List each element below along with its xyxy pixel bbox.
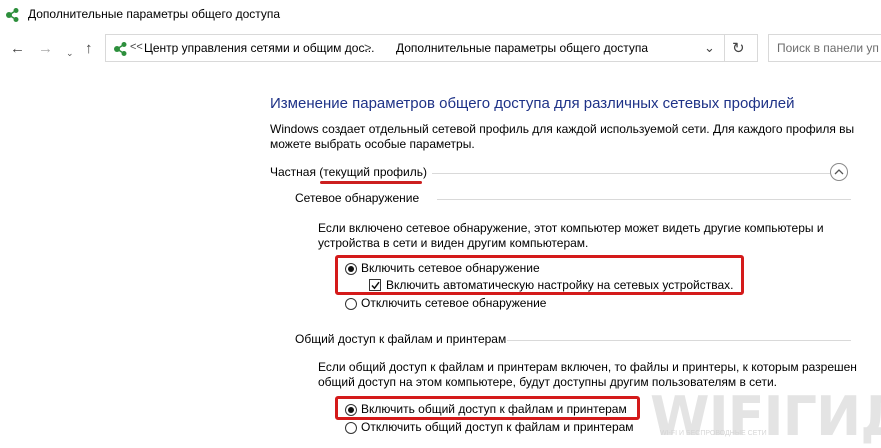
red-highlight-box (335, 255, 744, 295)
disable-sharing-radio[interactable] (345, 422, 357, 434)
collapse-chevron-up-icon[interactable] (830, 163, 848, 181)
section-divider-line (437, 199, 851, 200)
watermark-tagline: WI-FI И БЕСПРОВОДНЫЕ СЕТИ (660, 430, 767, 437)
red-highlight-box (335, 396, 640, 420)
forward-arrow-icon[interactable]: → (38, 40, 53, 58)
network-icon (6, 8, 19, 22)
search-input[interactable]: Поиск в панели уп (768, 34, 881, 62)
disable-sharing-label[interactable]: Отключить общий доступ к файлам и принте… (361, 420, 634, 434)
disable-network-discovery-label[interactable]: Отключить сетевое обнаружение (361, 296, 546, 310)
watermark-logo: WIFIГИД (650, 385, 881, 448)
page-title: Изменение параметров общего доступа для … (270, 95, 795, 112)
section-divider-line (507, 340, 851, 341)
profile-divider-line (432, 173, 830, 174)
title-bar: Дополнительные параметры общего доступа (0, 0, 881, 30)
address-divider (724, 35, 725, 61)
recent-locations-chevron-icon[interactable]: ⌄ (66, 44, 74, 62)
network-icon (114, 42, 127, 56)
search-placeholder: Поиск в панели уп (777, 41, 879, 55)
window-title: Дополнительные параметры общего доступа (28, 7, 281, 21)
network-discovery-description: Если включено сетевое обнаружение, этот … (318, 221, 824, 250)
address-overflow-chevron[interactable]: << (130, 41, 143, 53)
breadcrumb-separator[interactable]: > (364, 40, 372, 55)
address-bar[interactable]: << Центр управления сетями и общим дос..… (105, 34, 758, 62)
refresh-icon[interactable]: ↻ (732, 39, 745, 57)
private-profile-header[interactable]: Частная (текущий профиль) (270, 165, 427, 179)
current-profile-underline-annotation (320, 181, 422, 184)
up-arrow-icon[interactable]: ↑ (85, 40, 93, 58)
breadcrumb-network-center[interactable]: Центр управления сетями и общим дос... (144, 41, 374, 55)
network-discovery-header: Сетевое обнаружение (295, 191, 420, 205)
disable-network-discovery-radio[interactable] (345, 298, 357, 310)
page-description: Windows создает отдельный сетевой профил… (270, 122, 855, 151)
breadcrumb-advanced-sharing[interactable]: Дополнительные параметры общего доступа (396, 41, 648, 55)
back-arrow-icon[interactable]: ← (10, 40, 25, 58)
file-printer-sharing-header: Общий доступ к файлам и принтерам (295, 332, 507, 346)
address-dropdown-chevron-icon[interactable]: ⌄ (704, 40, 715, 56)
